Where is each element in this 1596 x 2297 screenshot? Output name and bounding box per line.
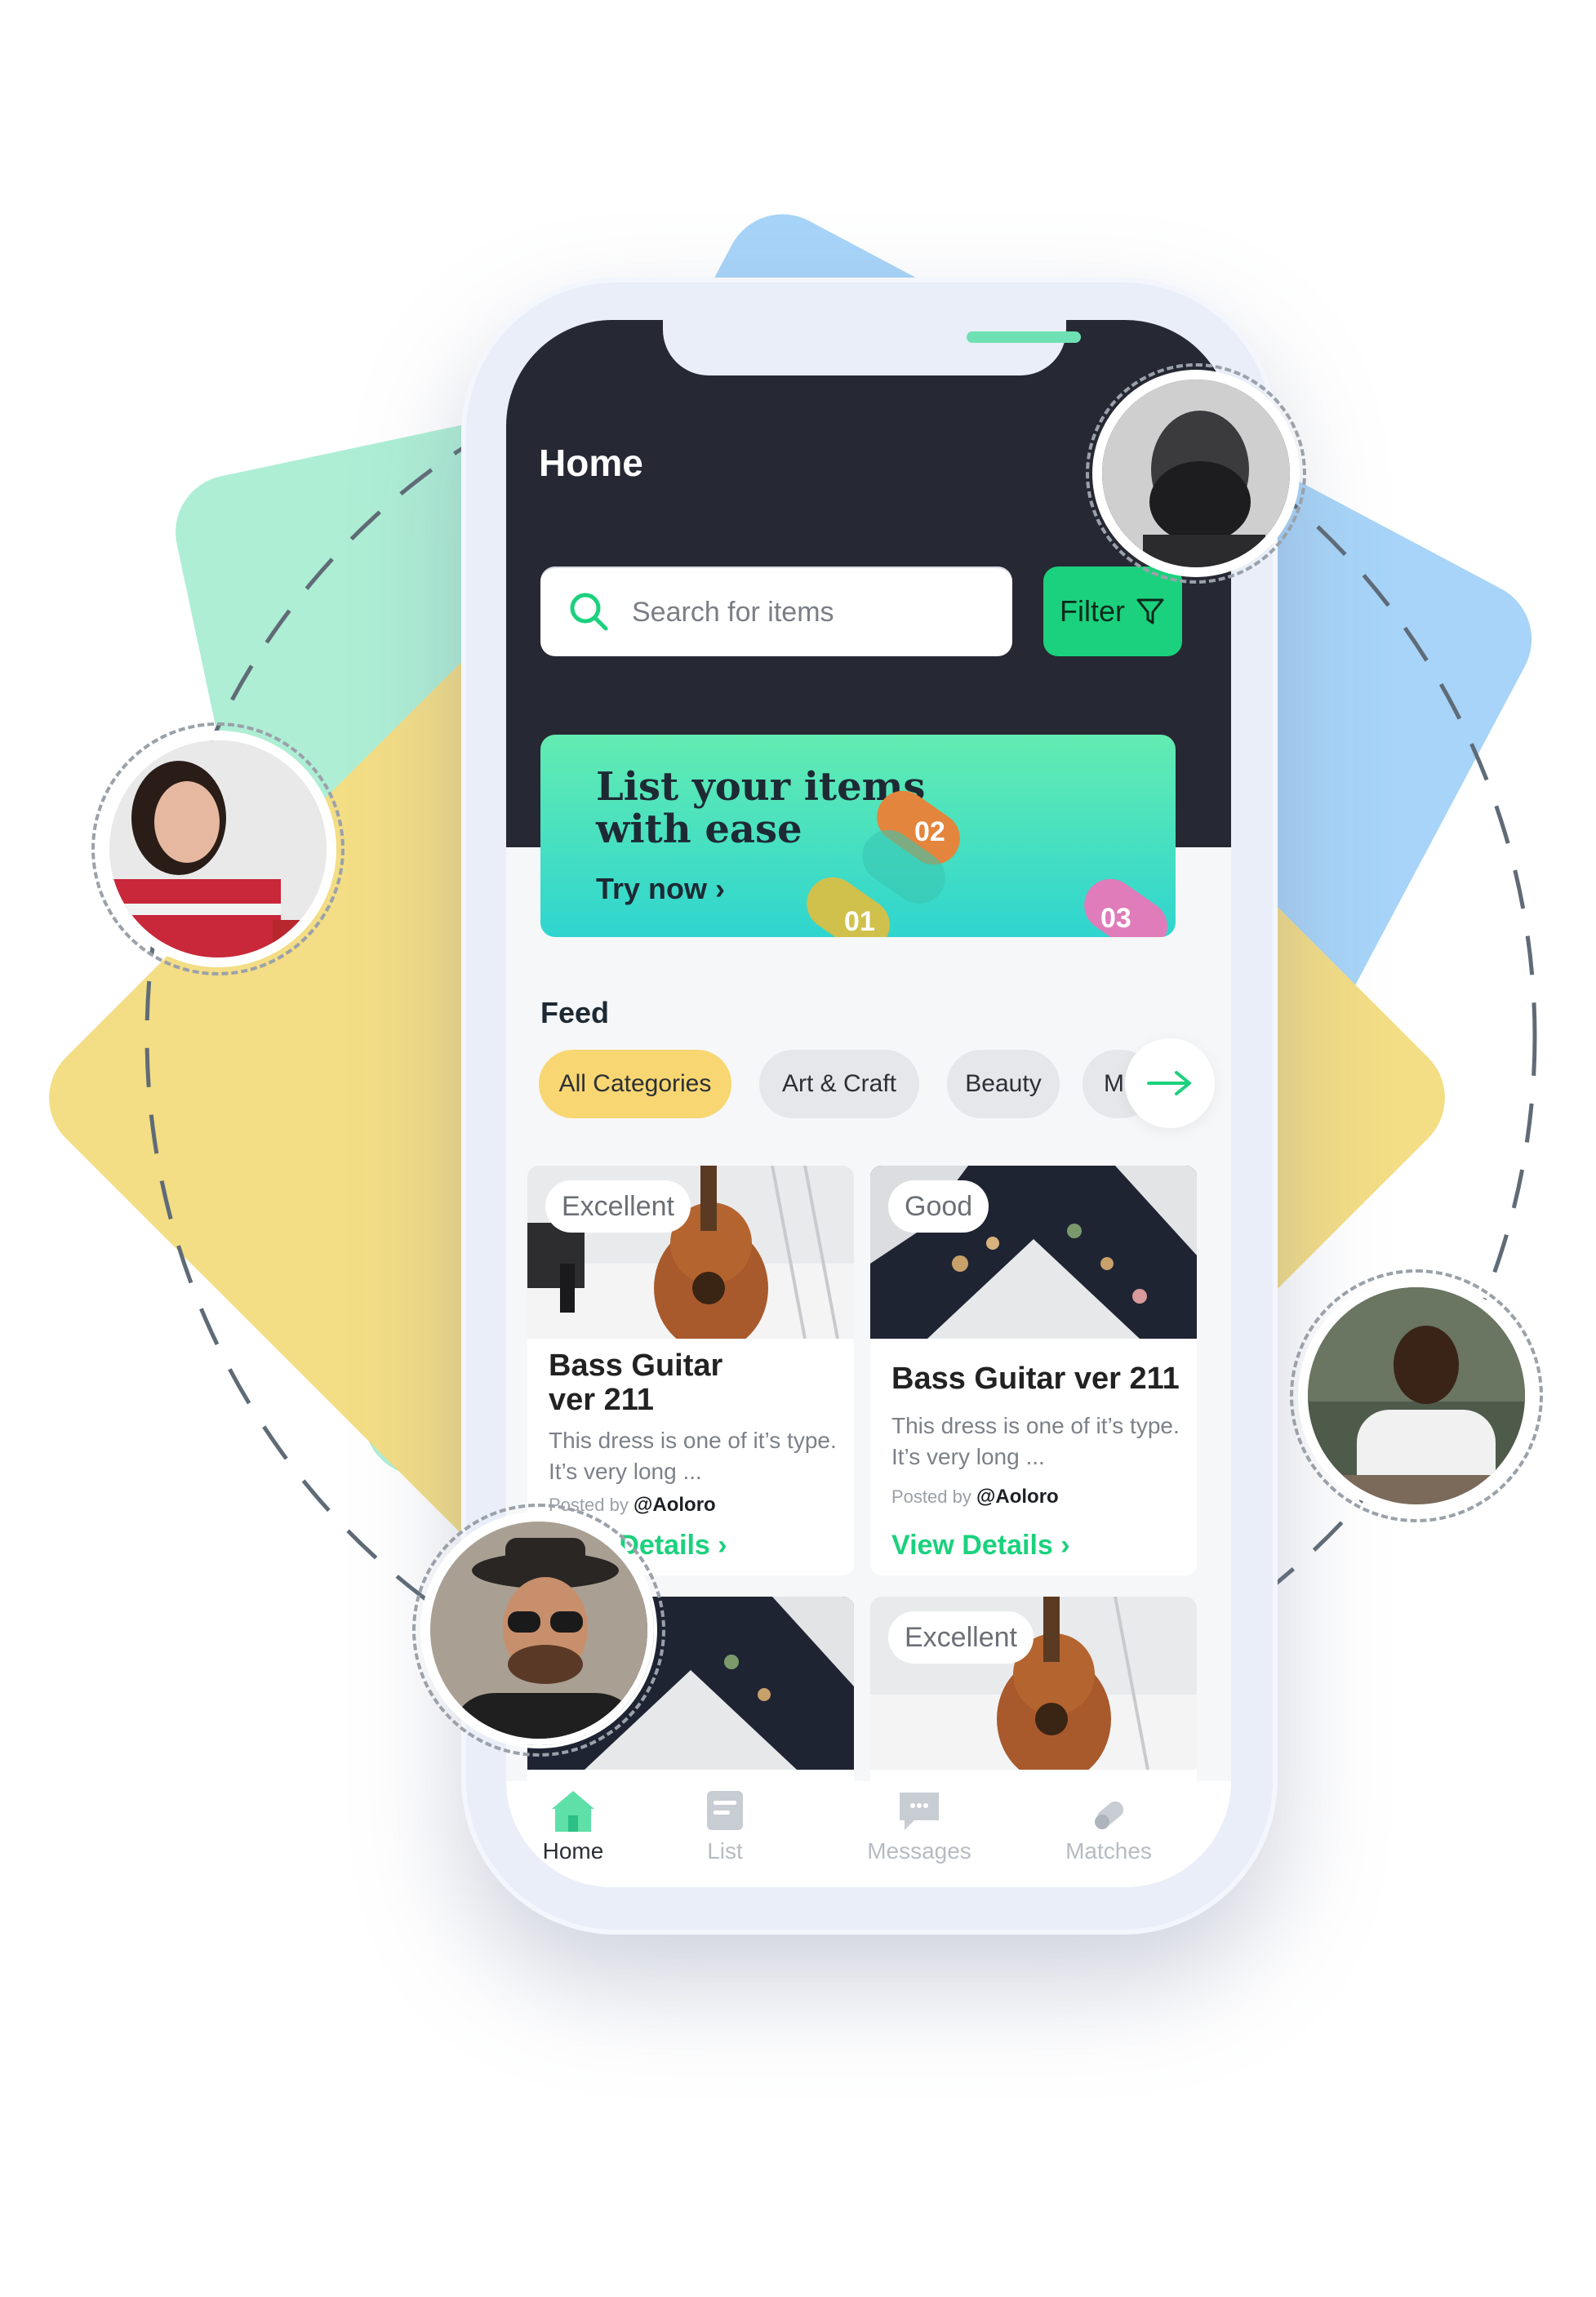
phone-notch <box>663 320 1081 375</box>
tab-label-list: List <box>707 1838 743 1864</box>
chevron-right-icon: › <box>1060 1530 1070 1561</box>
step-number-02: 02 <box>914 816 945 847</box>
tab-messages[interactable]: Messages <box>838 1788 1001 1864</box>
chevron-right-icon: › <box>718 1530 727 1561</box>
messages-icon <box>900 1793 939 1830</box>
filter-button[interactable]: Filter <box>1043 566 1182 656</box>
filter-label: Filter <box>1060 594 1125 628</box>
home-icon <box>552 1791 594 1832</box>
tab-label-matches: Matches <box>1065 1838 1152 1864</box>
posted-by-prefix: Posted by <box>891 1486 971 1507</box>
category-chip-art-craft[interactable]: Art & Craft <box>759 1050 919 1118</box>
avatar[interactable] <box>424 1515 654 1745</box>
search-input[interactable] <box>630 566 993 658</box>
item-title: Bass Guitar ver 211 <box>549 1348 722 1417</box>
promo-banner[interactable]: List your items with ease Try now › 01 0… <box>540 735 1176 937</box>
item-title-line-2: ver 211 <box>549 1383 654 1417</box>
avatar[interactable] <box>1301 1281 1532 1511</box>
item-description: This dress is one of it’s type. It’s ver… <box>549 1425 842 1487</box>
posted-by-user[interactable]: @Aoloro <box>634 1494 716 1516</box>
tab-label-home: Home <box>542 1838 604 1864</box>
page-title: Home <box>539 442 643 484</box>
item-card[interactable]: Excellent <box>870 1597 1197 1793</box>
item-description-line-2: It’s very long ... <box>549 1459 702 1484</box>
bottom-tab-bar: Home List Messages Matches <box>506 1781 1231 1887</box>
list-icon <box>707 1791 743 1830</box>
chevron-right-icon: › <box>715 872 726 905</box>
arrow-right-icon <box>1147 1071 1191 1095</box>
notch-indicator <box>967 331 1081 343</box>
categories-next-button[interactable] <box>1125 1038 1215 1128</box>
filter-icon <box>1136 598 1164 624</box>
category-chip-beauty[interactable]: Beauty <box>947 1050 1060 1118</box>
item-description-line-1: This dress is one of it’s type. <box>549 1428 837 1453</box>
condition-badge: Excellent <box>888 1611 1034 1664</box>
posted-by-user[interactable]: @Aoloro <box>976 1486 1059 1508</box>
condition-badge: Excellent <box>545 1180 691 1233</box>
tab-home[interactable]: Home <box>506 1788 655 1864</box>
try-now-label: Try now <box>596 872 708 905</box>
view-details-label: View Details <box>891 1530 1053 1561</box>
view-details-link[interactable]: View Details › <box>891 1530 1070 1562</box>
step-number-03: 03 <box>1100 903 1131 934</box>
category-chip-all[interactable]: All Categories <box>539 1050 731 1118</box>
matches-icon <box>1095 1801 1124 1829</box>
step-number-01: 01 <box>844 906 875 937</box>
posted-by: Posted by @Aoloro <box>891 1486 1059 1508</box>
search-bar[interactable] <box>540 566 1012 658</box>
item-title: Bass Guitar ver 211 <box>891 1362 1180 1396</box>
item-description-line-2: It’s very long ... <box>891 1444 1045 1469</box>
tab-list[interactable]: List <box>643 1788 807 1864</box>
avatar[interactable] <box>103 734 333 964</box>
feed-heading: Feed <box>540 996 610 1029</box>
condition-badge: Good <box>888 1180 989 1233</box>
avatar[interactable] <box>1096 373 1296 574</box>
item-card[interactable]: Good Bass Guitar ver 211 This dress is o… <box>870 1166 1197 1575</box>
item-description: This dress is one of it’s type. It’s ver… <box>891 1411 1185 1473</box>
search-icon <box>570 593 608 631</box>
try-now-link[interactable]: Try now › <box>596 872 725 906</box>
item-title-line-1: Bass Guitar <box>549 1348 723 1383</box>
item-description-line-1: This dress is one of it’s type. <box>891 1413 1180 1438</box>
tab-label-messages: Messages <box>867 1838 971 1864</box>
tab-matches[interactable]: Matches <box>1027 1788 1190 1864</box>
